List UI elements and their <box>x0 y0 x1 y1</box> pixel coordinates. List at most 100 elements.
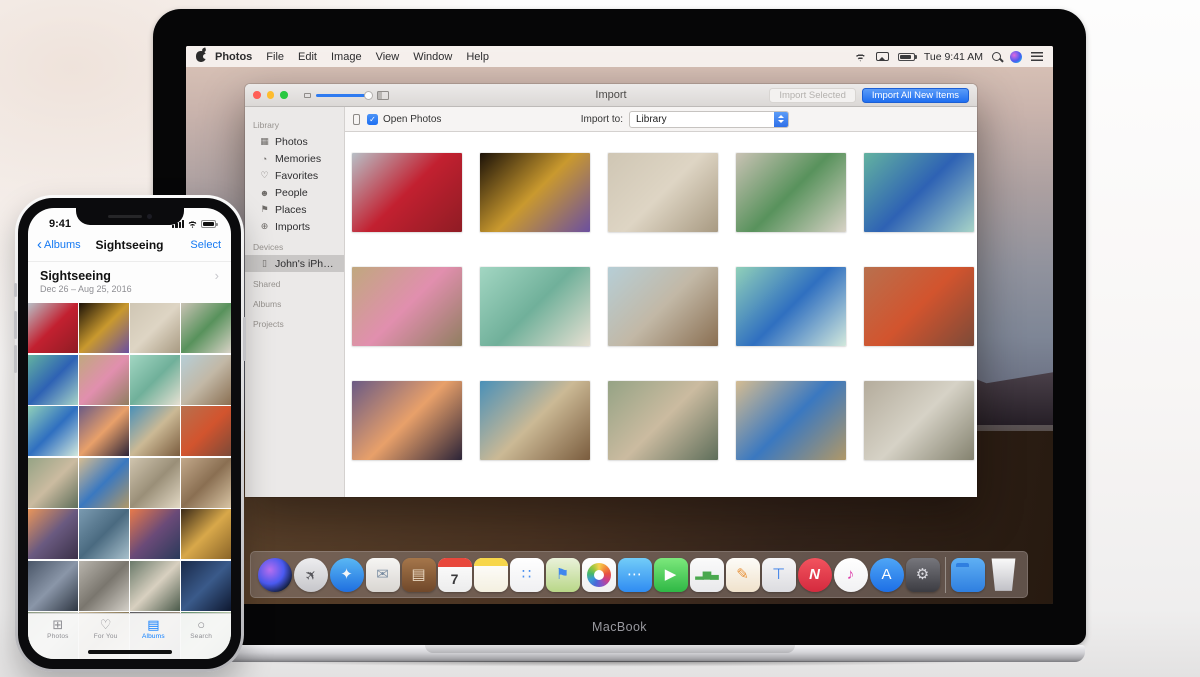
dock-icon-pages[interactable]: ✎ <box>726 558 760 592</box>
photo-thumbnail-pink-classic-car[interactable] <box>352 267 462 346</box>
dock-icon-downloads[interactable] <box>951 558 985 592</box>
spotlight-search-icon[interactable] <box>992 52 1001 61</box>
dock-icon-contacts[interactable]: ▤ <box>402 558 436 592</box>
sidebar-row-memories[interactable]: ◔ Memories <box>245 150 344 167</box>
photo-thumbnail-green-classic-car[interactable] <box>181 303 231 353</box>
photo-thumbnail-blue-interior[interactable] <box>181 561 231 611</box>
open-photos-checkbox[interactable]: ✓ <box>367 114 378 125</box>
photo-thumbnail-night-theater-purple-car[interactable] <box>480 153 590 232</box>
dock-icon-safari[interactable]: ✦ <box>330 558 364 592</box>
home-indicator[interactable] <box>88 650 172 654</box>
import-all-new-items-button[interactable]: Import All New Items <box>862 88 969 103</box>
side-button[interactable] <box>243 317 246 361</box>
photo-thumbnail-red-classic-car[interactable] <box>352 153 462 232</box>
sidebar-row-photos[interactable]: ▦ Photos <box>245 133 344 150</box>
photo-thumbnail-golden-gate-sunset[interactable] <box>130 509 180 559</box>
photo-thumbnail-arched-doorways[interactable] <box>608 153 718 232</box>
photo-thumbnail-sunset-field[interactable] <box>28 509 78 559</box>
notification-center-icon[interactable] <box>1031 52 1043 61</box>
photo-thumbnail-horse-cart-cobblestones[interactable] <box>181 355 231 405</box>
photo-thumbnail-mint-colonial-facade[interactable] <box>480 267 590 346</box>
photo-thumbnail-orange-truck[interactable] <box>864 267 974 346</box>
apple-menu-icon[interactable] <box>196 51 206 62</box>
dock-icon-itunes[interactable]: ♪ <box>834 558 868 592</box>
sidebar-row-people[interactable]: ☻ People <box>245 184 344 201</box>
menu-bar-clock[interactable]: Tue 9:41 AM <box>924 51 983 63</box>
photo-thumbnail-blue-car-mint-wall[interactable] <box>28 406 78 456</box>
photo-thumbnail-pink-classic-car[interactable] <box>79 355 129 405</box>
dock-icon-news[interactable]: N <box>798 558 832 592</box>
photo-thumbnail-blue-car-mint-wall[interactable] <box>736 267 846 346</box>
select-button[interactable]: Select <box>190 239 221 251</box>
photo-thumbnail-green-classic-car[interactable] <box>736 153 846 232</box>
photo-thumbnail-sunset-hilltop[interactable] <box>352 381 462 460</box>
mute-switch[interactable] <box>14 283 17 297</box>
dock-icon-calendar[interactable]: 7 <box>438 558 472 592</box>
menu-item[interactable]: Window <box>413 51 452 63</box>
photo-thumbnail-blue-car-narrow-street[interactable] <box>79 458 129 508</box>
photo-thumbnail-blue-car-green-building[interactable] <box>864 153 974 232</box>
select-stepper-icon[interactable] <box>774 112 788 127</box>
sidebar-row-imports[interactable]: ⊕ Imports <box>245 218 344 235</box>
display-mirroring-icon[interactable] <box>876 52 889 61</box>
volume-down-button[interactable] <box>14 345 17 373</box>
back-to-albums-button[interactable]: ‹ Albums <box>37 239 81 252</box>
album-header[interactable]: Sightseeing › Dec 26 – Aug 25, 2016 <box>28 261 231 299</box>
dock-icon-photos[interactable] <box>582 558 616 592</box>
photo-thumbnail-horse-cart-cobblestones[interactable] <box>608 267 718 346</box>
photo-thumbnail-vintage-shop-sign[interactable] <box>608 381 718 460</box>
dock-icon-siri[interactable] <box>258 558 292 592</box>
sidebar-row-johns-iphone[interactable]: ▯ John's iPh… <box>245 255 344 272</box>
photo-thumbnail-glass-dome[interactable] <box>28 561 78 611</box>
photo-thumbnail-horse-cart-blue-wall[interactable] <box>130 406 180 456</box>
photo-thumbnail-horse-cart-blue-wall[interactable] <box>480 381 590 460</box>
sidebar-label: Places <box>275 204 307 216</box>
dock-icon-maps[interactable]: ⚑ <box>546 558 580 592</box>
sidebar-row-favorites[interactable]: ♡ Favorites <box>245 167 344 184</box>
dock-icon-numbers[interactable]: ▂▅▃ <box>690 558 724 592</box>
photo-thumbnail-stone-stairs[interactable] <box>79 561 129 611</box>
photo-thumbnail-night-theater-purple-car[interactable] <box>79 303 129 353</box>
photo-thumbnail-blue-car-green-building[interactable] <box>28 355 78 405</box>
photo-thumbnail-people-street[interactable] <box>181 458 231 508</box>
tab-search[interactable]: ○ Search <box>179 618 223 659</box>
photo-thumbnail-arched-doorways[interactable] <box>130 303 180 353</box>
dock-icon-launchpad[interactable]: ✈ <box>294 558 328 592</box>
menu-item[interactable]: Edit <box>298 51 317 63</box>
battery-icon[interactable] <box>898 53 915 61</box>
dock-icon-mail[interactable]: ✉ <box>366 558 400 592</box>
dock-icon-app-store[interactable]: A <box>870 558 904 592</box>
dock-icon-notes[interactable] <box>474 558 508 592</box>
menu-item[interactable]: Image <box>331 51 362 63</box>
photo-thumbnail-red-classic-car[interactable] <box>28 303 78 353</box>
menu-item[interactable]: Help <box>466 51 489 63</box>
scene: Photos File Edit Image View Window Help Tue 9… <box>0 0 1200 677</box>
dock-icon-facetime[interactable]: ▶ <box>654 558 688 592</box>
photo-thumbnail-blue-car-narrow-street[interactable] <box>736 381 846 460</box>
menu-item[interactable]: File <box>266 51 284 63</box>
photo-thumbnail-golden-lights[interactable] <box>181 509 231 559</box>
dock-icon-messages[interactable]: ⋯ <box>618 558 652 592</box>
dock-icon-keynote[interactable]: ⊤ <box>762 558 796 592</box>
dock-icon-trash[interactable] <box>987 558 1021 592</box>
wifi-icon[interactable] <box>854 52 867 62</box>
photo-thumbnail-mint-colonial-facade[interactable] <box>130 355 180 405</box>
sidebar-row-shared-header: Shared <box>245 272 344 292</box>
photo-thumbnail-sunset-hilltop[interactable] <box>79 406 129 456</box>
photo-thumbnail-vintage-shop-sign[interactable] <box>28 458 78 508</box>
siri-icon[interactable] <box>1010 51 1022 63</box>
menu-item[interactable]: View <box>376 51 400 63</box>
dock-icon-reminders[interactable]: ∷ <box>510 558 544 592</box>
sidebar-row-places[interactable]: ⚑ Places <box>245 201 344 218</box>
import-to-select[interactable]: Library <box>629 111 789 128</box>
volume-up-button[interactable] <box>14 311 17 339</box>
photo-thumbnail-woman-doorway[interactable] <box>130 561 180 611</box>
tab-photos[interactable]: ⊞ Photos <box>36 618 80 659</box>
photo-thumbnail-orange-truck[interactable] <box>181 406 231 456</box>
app-menu-title[interactable]: Photos <box>215 51 252 63</box>
dock-icon-system-preferences[interactable]: ⚙ <box>906 558 940 592</box>
import-selected-button[interactable]: Import Selected <box>769 88 856 103</box>
photo-thumbnail-balcony-street-dome[interactable] <box>864 381 974 460</box>
photo-thumbnail-dome-street[interactable] <box>130 458 180 508</box>
photo-thumbnail-coastal-cliffs[interactable] <box>79 509 129 559</box>
